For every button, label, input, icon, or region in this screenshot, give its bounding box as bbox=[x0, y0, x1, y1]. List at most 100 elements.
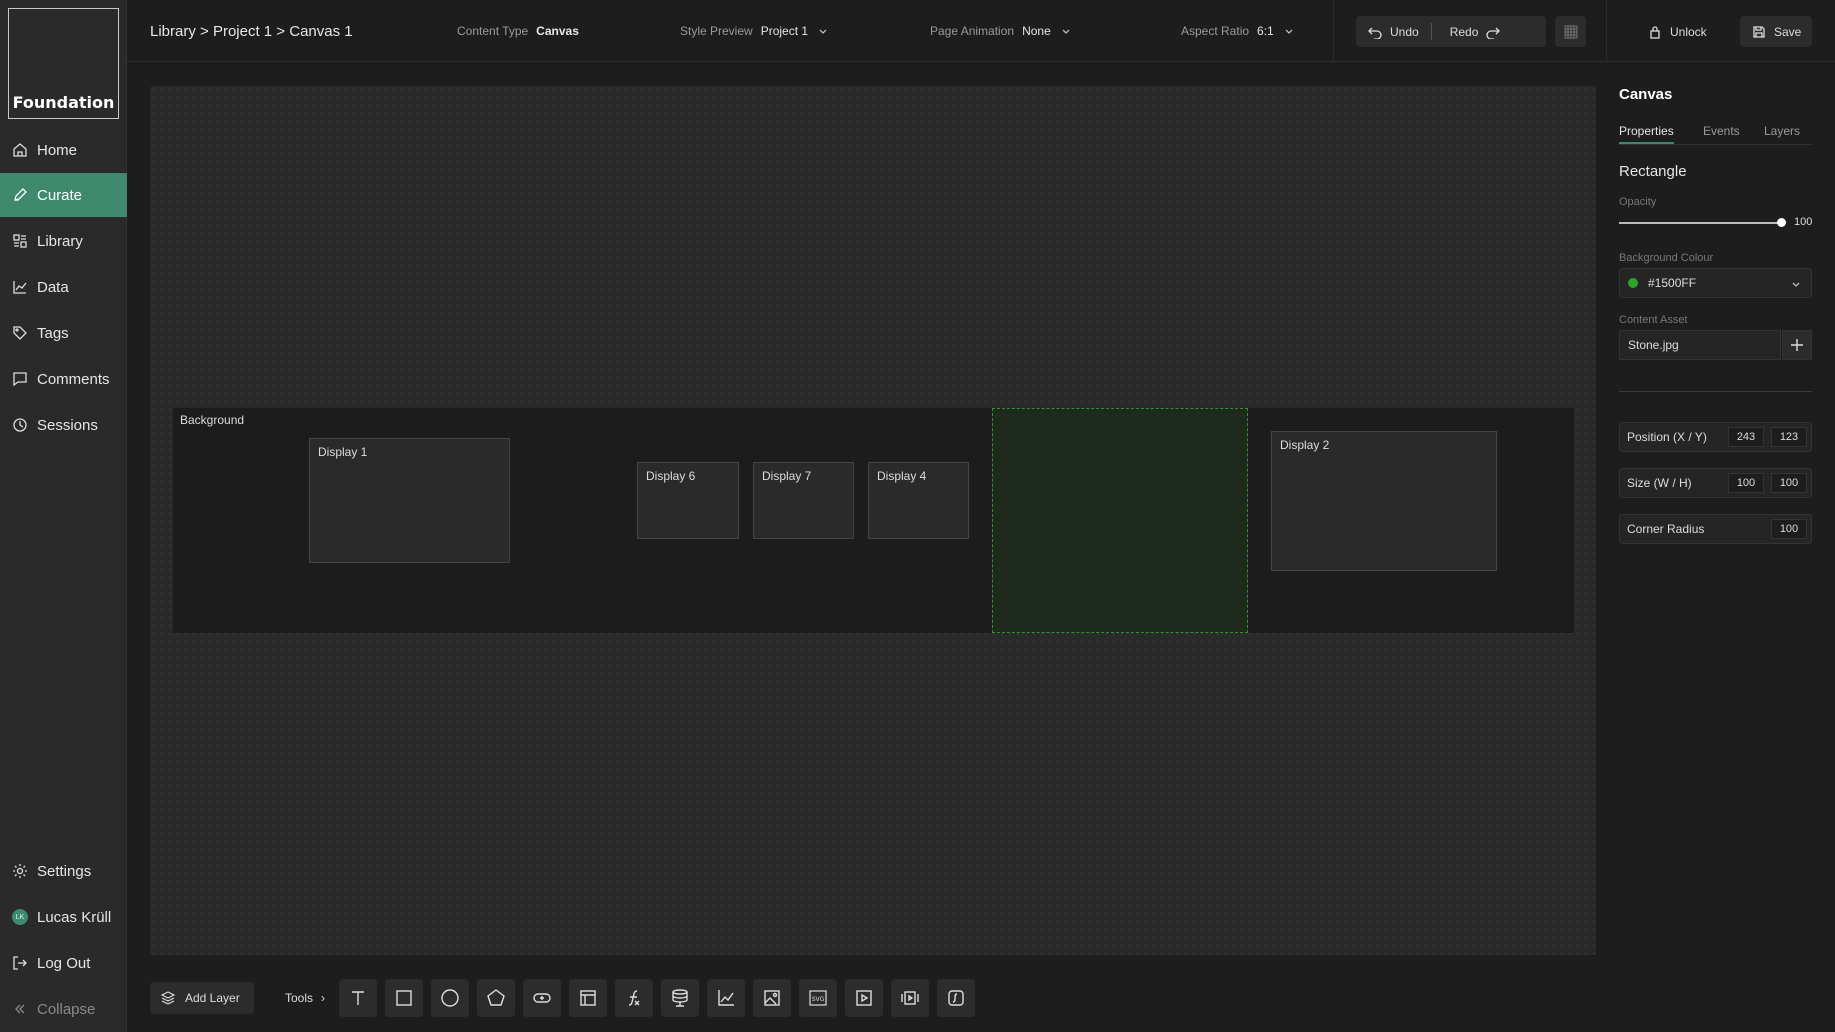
nav-label: Data bbox=[37, 278, 69, 296]
nav-curate[interactable]: Curate bbox=[0, 173, 127, 217]
content-type-label: Content Type bbox=[457, 24, 529, 38]
tools-menu[interactable]: Tools › bbox=[285, 982, 325, 1014]
nav-logout[interactable]: Log Out bbox=[0, 941, 127, 985]
layers-icon bbox=[161, 991, 175, 1005]
page-animation-dropdown[interactable]: Page Animation None bbox=[930, 0, 1071, 62]
nav-library[interactable]: Library bbox=[0, 219, 127, 263]
add-layer-button[interactable]: Add Layer bbox=[150, 982, 254, 1014]
divider bbox=[1619, 391, 1812, 392]
rectangle-tool[interactable] bbox=[385, 979, 423, 1017]
nav-label: Log Out bbox=[37, 954, 91, 972]
nav-sessions[interactable]: Sessions bbox=[0, 403, 127, 447]
display-label: Display 7 bbox=[762, 469, 812, 483]
opacity-value: 100 bbox=[1794, 216, 1813, 228]
svg-tool[interactable]: SVG bbox=[799, 979, 837, 1017]
slideshow-tool[interactable] bbox=[891, 979, 929, 1017]
database-tool[interactable] bbox=[661, 979, 699, 1017]
display-label: Display 2 bbox=[1280, 438, 1330, 452]
grid-toggle-button[interactable] bbox=[1555, 16, 1586, 47]
style-preview-dropdown[interactable]: Style Preview Project 1 bbox=[680, 0, 828, 62]
background-label: Background bbox=[180, 413, 245, 427]
unlock-button[interactable]: Unlock bbox=[1636, 16, 1719, 47]
plus-icon bbox=[1791, 339, 1803, 351]
button-icon bbox=[533, 993, 551, 1003]
display-6[interactable]: Display 6 bbox=[637, 462, 739, 539]
display-7[interactable]: Display 7 bbox=[753, 462, 854, 539]
nav-collapse[interactable]: Collapse bbox=[0, 987, 127, 1031]
clock-icon bbox=[12, 417, 28, 433]
display-label: Display 6 bbox=[646, 469, 696, 483]
comment-icon bbox=[12, 371, 28, 387]
circle-tool[interactable] bbox=[431, 979, 469, 1017]
library-icon bbox=[12, 233, 28, 249]
position-x-input[interactable]: 243 bbox=[1728, 427, 1764, 447]
nav-home[interactable]: Home bbox=[0, 128, 127, 172]
display-1[interactable]: Display 1 bbox=[309, 438, 510, 563]
selected-rectangle[interactable] bbox=[992, 408, 1248, 633]
save-button-inner[interactable]: Save bbox=[1740, 16, 1813, 47]
logo-text: Foundation bbox=[12, 93, 115, 112]
chart-icon bbox=[12, 279, 28, 295]
chart-tool[interactable] bbox=[707, 979, 745, 1017]
unlock-label: Unlock bbox=[1670, 24, 1707, 39]
tab-layers[interactable]: Layers bbox=[1764, 124, 1800, 144]
nav-data[interactable]: Data bbox=[0, 265, 127, 309]
image-tool[interactable] bbox=[753, 979, 791, 1017]
bg-colour-select[interactable]: #1500FF bbox=[1619, 268, 1812, 298]
separator bbox=[1430, 23, 1432, 40]
undo-icon bbox=[1368, 27, 1382, 39]
position-y-input[interactable]: 123 bbox=[1771, 427, 1807, 447]
redo-button[interactable]: Redo bbox=[1438, 16, 1513, 47]
display-2[interactable]: Display 2 bbox=[1271, 431, 1497, 571]
aspect-ratio-dropdown[interactable]: Aspect Ratio 6:1 bbox=[1181, 0, 1294, 62]
gear-icon bbox=[12, 863, 28, 879]
layout-icon bbox=[580, 990, 596, 1006]
avatar: LK bbox=[12, 909, 28, 925]
text-tool[interactable] bbox=[339, 979, 377, 1017]
corner-radius-input[interactable]: 100 bbox=[1771, 519, 1807, 539]
divider bbox=[1333, 0, 1334, 62]
content-type-value: Canvas bbox=[536, 24, 579, 38]
logo[interactable]: Foundation bbox=[8, 8, 119, 119]
image-icon bbox=[764, 990, 780, 1006]
size-h-input[interactable]: 100 bbox=[1771, 473, 1807, 493]
canvas-stage[interactable]: Background Display 1 Display 6 Display 7… bbox=[150, 86, 1596, 955]
video-tool[interactable] bbox=[845, 979, 883, 1017]
size-w-input[interactable]: 100 bbox=[1728, 473, 1764, 493]
nav-label: Collapse bbox=[37, 1000, 96, 1018]
function-icon bbox=[628, 990, 640, 1006]
opacity-slider-handle[interactable] bbox=[1777, 218, 1786, 227]
position-label: Position (X / Y) bbox=[1627, 430, 1707, 444]
chevron-down-icon bbox=[818, 26, 828, 36]
add-layer-label: Add Layer bbox=[185, 991, 240, 1005]
function-tool[interactable] bbox=[615, 979, 653, 1017]
embed-icon bbox=[948, 990, 964, 1006]
add-asset-button[interactable] bbox=[1782, 330, 1812, 360]
slideshow-icon bbox=[901, 991, 919, 1005]
nav-comments[interactable]: Comments bbox=[0, 357, 127, 401]
breadcrumb[interactable]: Library > Project 1 > Canvas 1 bbox=[150, 0, 353, 62]
undo-label: Undo bbox=[1390, 24, 1419, 39]
opacity-slider[interactable] bbox=[1619, 222, 1781, 224]
divider bbox=[1606, 0, 1607, 62]
save-button[interactable]: Save bbox=[1740, 16, 1812, 47]
nav-user[interactable]: LK Lucas Krüll bbox=[0, 895, 127, 939]
undo-button[interactable]: Undo bbox=[1356, 16, 1431, 47]
nav-tags[interactable]: Tags bbox=[0, 311, 127, 355]
tabs-underline bbox=[1619, 144, 1811, 145]
content-asset-value: Stone.jpg bbox=[1628, 338, 1679, 352]
embed-tool[interactable] bbox=[937, 979, 975, 1017]
chart-icon bbox=[718, 990, 734, 1006]
tab-events[interactable]: Events bbox=[1703, 124, 1740, 144]
aspect-ratio-value: 6:1 bbox=[1257, 24, 1274, 38]
nav-settings[interactable]: Settings bbox=[0, 849, 127, 893]
nav-label: Sessions bbox=[37, 416, 98, 434]
layout-tool[interactable] bbox=[569, 979, 607, 1017]
background-layer[interactable]: Background Display 1 Display 6 Display 7… bbox=[173, 408, 1574, 633]
display-4[interactable]: Display 4 bbox=[868, 462, 969, 539]
content-asset-field[interactable]: Stone.jpg bbox=[1619, 330, 1781, 360]
tab-properties[interactable]: Properties bbox=[1619, 124, 1674, 144]
button-tool[interactable] bbox=[523, 979, 561, 1017]
polygon-tool[interactable] bbox=[477, 979, 515, 1017]
rectangle-icon bbox=[396, 990, 412, 1006]
